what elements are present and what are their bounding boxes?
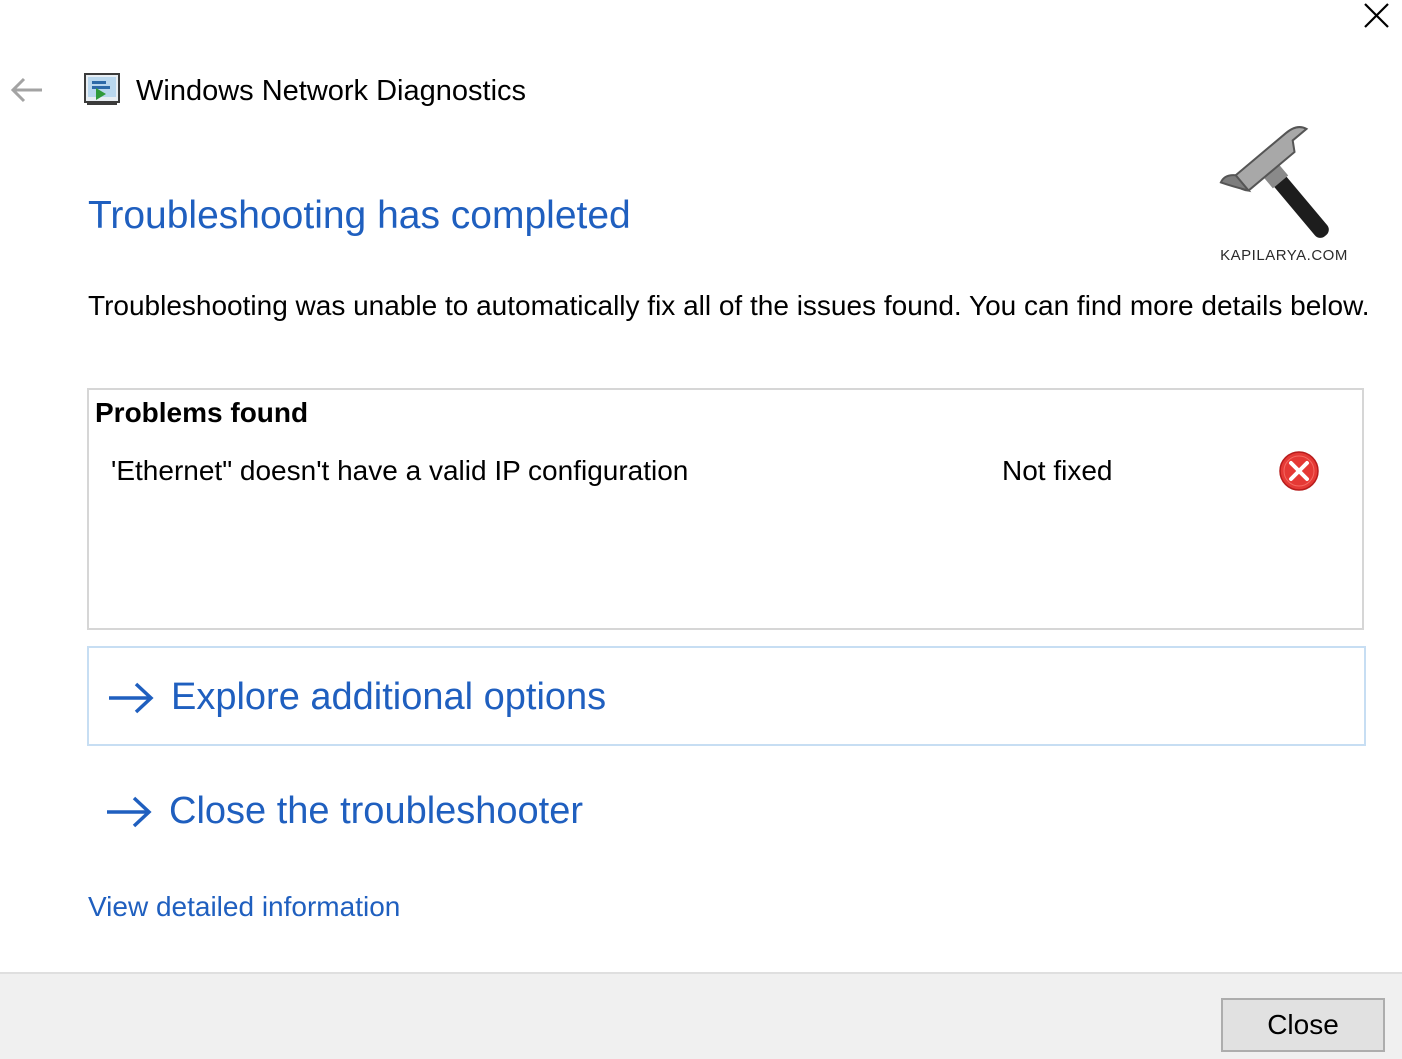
close-troubleshooter-button[interactable]: Close the troubleshooter xyxy=(87,762,1366,862)
page-title: Troubleshooting has completed xyxy=(88,194,631,237)
problem-description: 'Ethernet" doesn't have a valid IP confi… xyxy=(111,455,689,486)
explore-additional-options-button[interactable]: Explore additional options xyxy=(87,646,1366,746)
window-close-button[interactable] xyxy=(1356,0,1396,34)
footer-bar: Close xyxy=(0,972,1402,1059)
network-diagnostics-icon xyxy=(82,70,124,108)
problems-found-title: Problems found xyxy=(95,397,309,428)
error-icon xyxy=(1278,450,1320,492)
app-title: Windows Network Diagnostics xyxy=(136,75,527,107)
arrow-right-icon xyxy=(107,796,152,828)
description-text: Troubleshooting was unable to automatica… xyxy=(88,290,1370,321)
explore-additional-options-label: Explore additional options xyxy=(171,676,607,718)
back-button[interactable] xyxy=(8,74,46,106)
watermark-logo: KAPILARYA.COM xyxy=(1208,122,1368,272)
close-button[interactable]: Close xyxy=(1221,998,1385,1052)
view-detailed-information-link[interactable]: View detailed information xyxy=(88,888,400,926)
problem-row[interactable]: 'Ethernet" doesn't have a valid IP confi… xyxy=(89,450,1362,494)
back-arrow-icon xyxy=(10,77,42,103)
problem-status: Not fixed xyxy=(1002,455,1113,486)
close-icon xyxy=(1364,3,1389,28)
watermark-text: KAPILARYA.COM xyxy=(1220,247,1348,264)
close-troubleshooter-label: Close the troubleshooter xyxy=(169,790,584,832)
problems-found-panel: Problems found 'Ethernet" doesn't have a… xyxy=(87,388,1364,630)
hammer-icon xyxy=(1219,126,1329,238)
arrow-right-icon xyxy=(109,682,154,714)
